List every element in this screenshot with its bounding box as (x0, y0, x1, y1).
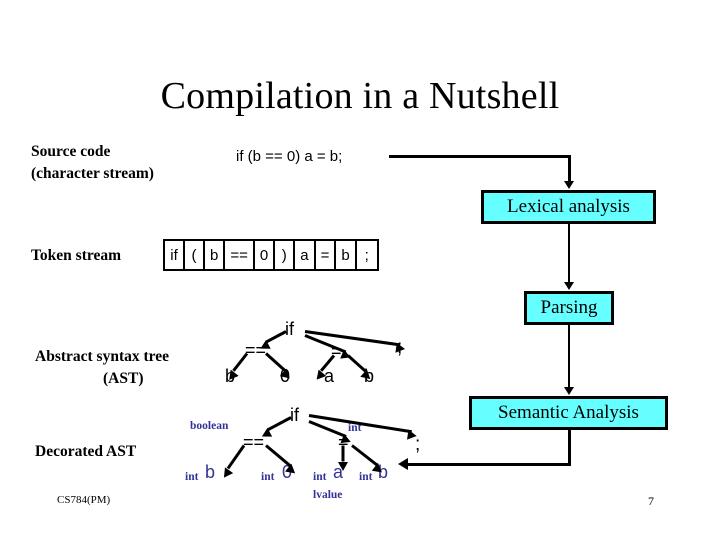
connector-source-to-lexical-horizontal (389, 155, 571, 158)
token-cell: ; (364, 246, 369, 264)
label-source-code-line2: (character stream) (31, 165, 154, 182)
label-decorated-ast: Decorated AST (35, 443, 137, 460)
footer-page-number: 7 (648, 494, 654, 508)
ast-edge-if-to-semicolon (304, 330, 401, 347)
source-code-text: if (b == 0) a = b; (236, 148, 343, 165)
label-token-stream: Token stream (31, 247, 121, 264)
decorated-ast-annotation-b-left-type: int (185, 471, 199, 483)
token-cell: b (336, 241, 357, 269)
ast-edge-assign-to-b (346, 354, 367, 373)
token-cell: a (295, 241, 316, 269)
ast-edge-equality-to-b (232, 352, 249, 372)
decorated-ast-node-if: if (290, 405, 299, 425)
ast-edge-equality-to-zero (264, 352, 287, 373)
decorated-ast-annotation-zero-type: int (261, 471, 275, 483)
label-ast-line1: Abstract syntax tree (35, 348, 170, 365)
arrowhead-into-decorated-ast (398, 458, 408, 470)
decorated-ast-annotation-a-type: int (313, 471, 327, 483)
label-source-code-line1: Source code (31, 143, 111, 160)
token-cell: ( (185, 241, 205, 269)
decorated-ast-edge-if-to-equality (267, 416, 292, 432)
label-ast-line2: (AST) (103, 370, 144, 387)
ast-node-if: if (285, 319, 294, 339)
decorated-ast-edge-assign-to-b (351, 444, 379, 467)
connector-semantic-to-decorated-vertical (568, 430, 571, 466)
decorated-ast-edge-equality-to-zero (265, 444, 292, 468)
footer-course-label: CS784(PM) (57, 494, 111, 506)
decorated-ast-edge-head-if-to-semicolon (406, 429, 418, 441)
decorated-ast-edge-if-to-assign (308, 420, 347, 438)
decorated-ast-annotation-equality-type: boolean (190, 420, 229, 432)
token-cell: ) (275, 241, 296, 269)
connector-source-to-lexical-vertical (568, 155, 571, 182)
arrowhead-into-parsing-box (564, 282, 574, 290)
ast-edge-head-if-to-semicolon (395, 342, 406, 355)
decorated-ast-annotation-b-right-type: int (359, 471, 373, 483)
connector-semantic-to-decorated-horizontal (408, 463, 571, 466)
page-title: Compilation in a Nutshell (160, 75, 560, 117)
token-stream-table: if ( b == 0 ) a = b ; (163, 239, 379, 271)
decorated-ast-edge-assign-to-a (341, 445, 345, 462)
decorated-ast-edge-head-equality-to-b (219, 467, 234, 481)
stage-box-semantic-analysis[interactable]: Semantic Analysis (469, 396, 668, 430)
token-cell: 0 (255, 241, 276, 269)
token-cell: b (205, 241, 226, 269)
decorated-ast-leaf-b-left: b (205, 462, 216, 482)
stage-box-parsing[interactable]: Parsing (524, 291, 614, 325)
token-cell: == (225, 241, 255, 269)
arrowhead-into-semantic-box (564, 387, 574, 395)
stage-box-lexical-analysis[interactable]: Lexical analysis (481, 190, 656, 224)
connector-parsing-to-semantic (568, 325, 570, 388)
connector-lexical-to-parsing (568, 224, 570, 283)
ast-edge-if-to-equality (265, 330, 287, 344)
arrowhead-into-lexical-box (564, 181, 574, 189)
decorated-ast-edge-head-assign-to-a (338, 462, 348, 471)
slide-canvas: Compilation in a Nutshell Source code (c… (0, 0, 720, 540)
decorated-ast-edge-equality-to-b (226, 444, 246, 470)
token-cell: if (165, 241, 185, 269)
token-cell: = (316, 241, 337, 269)
decorated-ast-annotation-a-lvalue: lvalue (313, 489, 343, 501)
